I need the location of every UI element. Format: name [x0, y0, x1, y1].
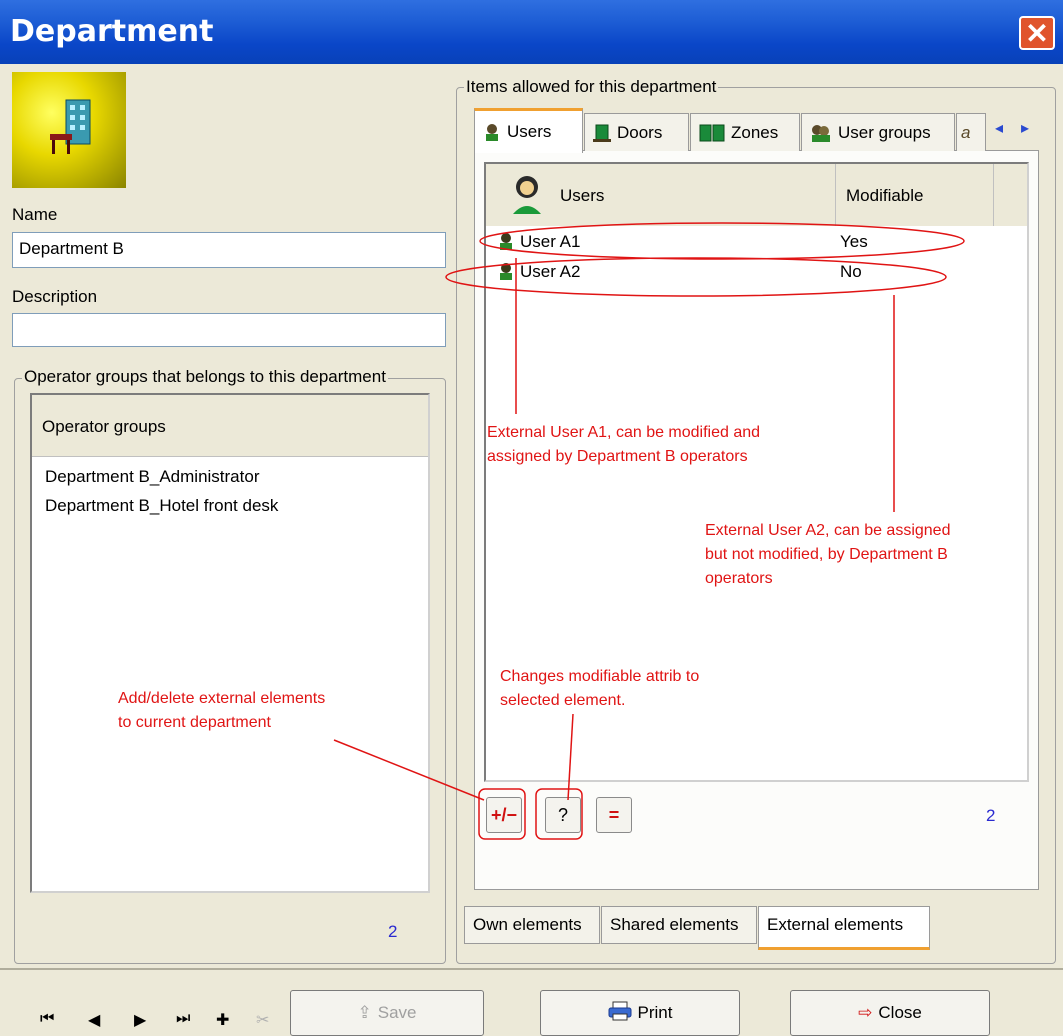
highlight-ellipse-row-1 — [479, 222, 965, 260]
annotation-user-a1-line-2: assigned by Department B operators — [487, 448, 748, 465]
save-button[interactable]: ⇪ Save — [290, 990, 484, 1036]
annotation-add-delete-line-1: Add/delete external elements — [118, 690, 326, 707]
annotation-add-delete-line-2: to current department — [118, 714, 271, 731]
next-record-button[interactable]: ▶ — [134, 1010, 146, 1030]
annotation-user-a1-line-1: External User A1, can be modified and — [487, 424, 761, 441]
highlight-ellipse-row-2 — [445, 257, 947, 297]
print-button[interactable]: Print — [540, 990, 740, 1036]
annotation-user-a2-line-3: operators — [705, 570, 773, 587]
close-button[interactable]: ⇨ Close — [790, 990, 990, 1036]
close-button-label: Close — [878, 1003, 922, 1022]
annotation-modifiable-line-1: Changes modifiable attrib to — [500, 668, 700, 685]
annotation-line-modifiable — [567, 713, 574, 801]
highlight-box-modifiable — [535, 788, 583, 840]
save-icon: ⇪ — [357, 1003, 372, 1022]
previous-record-button[interactable]: ◀ — [88, 1010, 100, 1030]
delete-record-button[interactable]: ✂ — [256, 1010, 269, 1030]
annotation-line-add-delete — [333, 739, 485, 801]
annotation-user-a2-line-1: External User A2, can be assigned — [705, 522, 951, 539]
highlight-box-add-delete — [478, 788, 526, 840]
print-button-label: Print — [637, 1003, 673, 1022]
annotation-overlay — [333, 222, 965, 840]
annotation-modifiable-line-2: selected element. — [500, 692, 626, 709]
save-button-label: Save — [377, 1003, 417, 1022]
annotation-user-a2-line-2: but not modified, by Department B — [705, 546, 948, 563]
exit-icon: ⇨ — [858, 1003, 873, 1022]
footer-separator — [0, 968, 1063, 970]
add-record-button[interactable]: ✚ — [216, 1010, 229, 1030]
first-record-button[interactable]: ⏮ — [40, 1010, 54, 1028]
printer-icon — [608, 1001, 632, 1026]
last-record-button[interactable]: ⏭ — [176, 1010, 190, 1028]
